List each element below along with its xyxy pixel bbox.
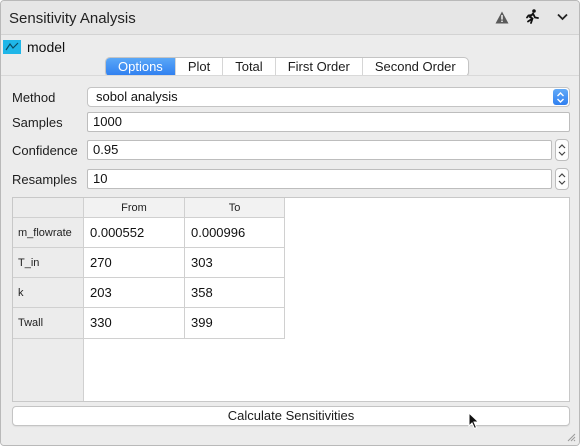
- row-header-t-in[interactable]: T_in: [13, 248, 84, 278]
- calculate-sensitivities-button[interactable]: Calculate Sensitivities: [12, 406, 570, 426]
- resamples-label: Resamples: [12, 172, 78, 187]
- chevron-down-icon[interactable]: [553, 8, 571, 26]
- cell-twall-from[interactable]: 330: [84, 308, 185, 339]
- cell-t-in-from[interactable]: 270: [84, 248, 185, 278]
- cell-k-to[interactable]: 358: [185, 278, 285, 308]
- resize-grip-icon[interactable]: [566, 432, 576, 442]
- tab-first-order[interactable]: First Order: [274, 58, 362, 76]
- model-selector[interactable]: model: [1, 37, 65, 57]
- row-header-filler: [13, 339, 84, 401]
- title-icons: [493, 8, 571, 26]
- cell-twall-to[interactable]: 399: [185, 308, 285, 339]
- samples-input[interactable]: 1000: [87, 112, 570, 132]
- samples-label: Samples: [12, 115, 63, 130]
- tab-plot[interactable]: Plot: [174, 58, 222, 76]
- method-value: sobol analysis: [96, 89, 178, 104]
- sensitivity-analysis-window: Sensitivity Analysis model Options Plot …: [0, 0, 580, 446]
- column-header-to[interactable]: To: [185, 198, 285, 218]
- window-title: Sensitivity Analysis: [9, 10, 136, 27]
- cell-m-flowrate-to[interactable]: 0.000996: [185, 218, 285, 248]
- tab-bar: Options Plot Total First Order Second Or…: [105, 57, 469, 77]
- method-select[interactable]: sobol analysis: [87, 87, 570, 107]
- table-corner: [13, 198, 84, 218]
- select-arrows-icon: [553, 89, 568, 105]
- mouse-pointer-icon: [468, 412, 480, 430]
- parameter-range-table[interactable]: From To m_flowrate 0.000552 0.000996 T_i…: [12, 197, 570, 402]
- model-label: model: [27, 39, 66, 55]
- cell-k-from[interactable]: 203: [84, 278, 185, 308]
- tab-options[interactable]: Options: [106, 58, 175, 76]
- cell-m-flowrate-from[interactable]: 0.000552: [84, 218, 185, 248]
- method-label: Method: [12, 90, 56, 105]
- row-header-k[interactable]: k: [13, 278, 84, 308]
- warning-icon[interactable]: [493, 8, 511, 26]
- column-header-from[interactable]: From: [84, 198, 185, 218]
- confidence-input[interactable]: 0.95: [87, 140, 552, 160]
- resamples-stepper[interactable]: [555, 168, 569, 190]
- confidence-label: Confidence: [12, 143, 78, 158]
- title-bar: Sensitivity Analysis: [1, 1, 579, 35]
- tab-total[interactable]: Total: [222, 58, 274, 76]
- resamples-input[interactable]: 10: [87, 169, 552, 189]
- row-header-m-flowrate[interactable]: m_flowrate: [13, 218, 84, 248]
- cell-t-in-to[interactable]: 303: [185, 248, 285, 278]
- model-block-icon: [3, 40, 21, 54]
- row-header-twall[interactable]: Twall: [13, 308, 84, 339]
- tab-second-order[interactable]: Second Order: [361, 58, 468, 76]
- running-man-icon[interactable]: [523, 8, 541, 26]
- confidence-stepper[interactable]: [555, 139, 569, 161]
